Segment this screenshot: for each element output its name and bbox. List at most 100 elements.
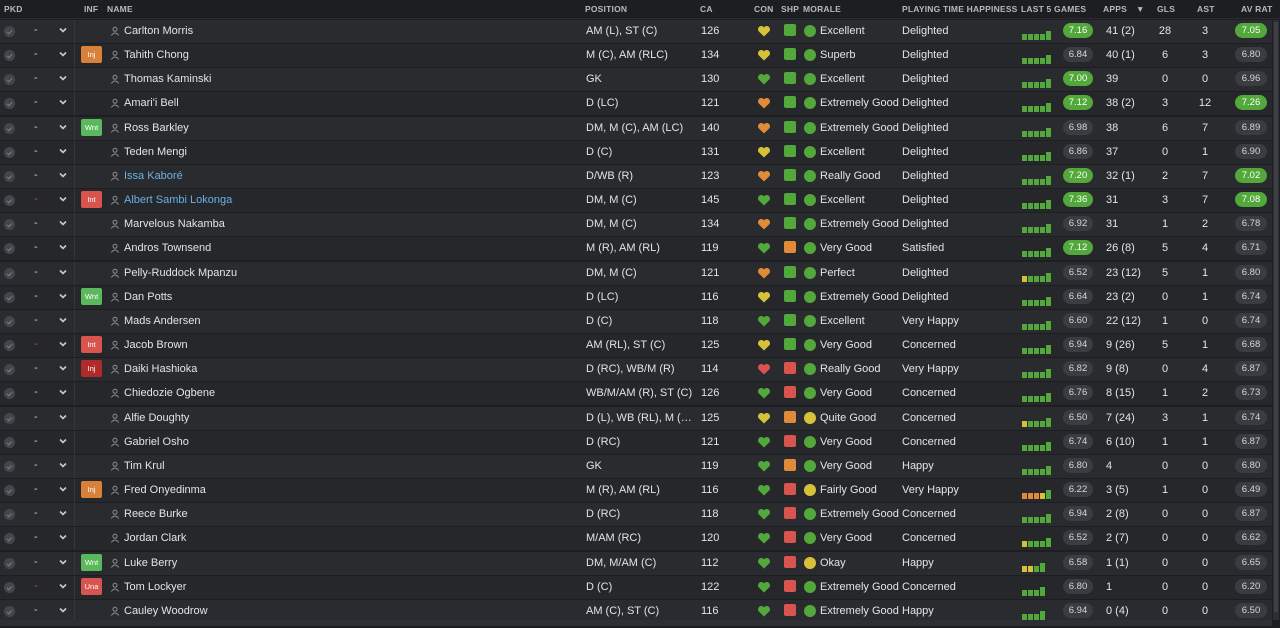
selection-dash[interactable]: - [34, 556, 38, 568]
info-badge[interactable]: Int [81, 191, 102, 209]
chevron-down-icon[interactable] [58, 363, 68, 373]
col-avrat[interactable]: AV RAT [1241, 4, 1273, 14]
player-name[interactable]: Cauley Woodrow [124, 605, 208, 617]
player-name[interactable]: Ross Barkley [124, 122, 189, 134]
player-name[interactable]: Gabriel Osho [124, 436, 189, 448]
selection-dash[interactable]: - [34, 459, 38, 471]
table-row[interactable]: - Teden Mengi D (C) 131 Excellent Delighted 6.… [0, 140, 1272, 164]
pick-check-icon[interactable] [4, 557, 15, 569]
pick-check-icon[interactable] [4, 146, 15, 158]
table-row[interactable]: - Andros Townsend M (R), AM (RL) 119 Very Go… [0, 237, 1272, 261]
chevron-down-icon[interactable] [58, 387, 68, 397]
pick-check-icon[interactable] [4, 243, 15, 255]
col-morale[interactable]: MORALE [803, 4, 841, 14]
chevron-down-icon[interactable] [58, 508, 68, 518]
chevron-down-icon[interactable] [58, 73, 68, 83]
info-badge[interactable]: Wnt [81, 553, 102, 571]
player-name[interactable]: Fred Onyedinma [124, 484, 206, 496]
selection-dash[interactable]: - [34, 169, 38, 181]
chevron-down-icon[interactable] [58, 49, 68, 59]
pick-check-icon[interactable] [4, 291, 15, 303]
player-name[interactable]: Albert Sambi Lokonga [124, 194, 232, 206]
selection-dash[interactable]: - [34, 314, 38, 326]
pick-check-icon[interactable] [4, 74, 15, 86]
selection-dash[interactable]: - [34, 338, 38, 350]
chevron-down-icon[interactable] [58, 484, 68, 494]
pick-check-icon[interactable] [4, 170, 15, 182]
info-badge[interactable]: Inj [81, 360, 102, 378]
chevron-down-icon[interactable] [58, 218, 68, 228]
player-name[interactable]: Daiki Hashioka [124, 363, 197, 375]
selection-dash[interactable]: - [34, 290, 38, 302]
chevron-down-icon[interactable] [58, 339, 68, 349]
table-row[interactable]: - Int Albert Sambi Lokonga DM, M (C) 145 Exce… [0, 189, 1272, 213]
selection-dash[interactable]: - [34, 435, 38, 447]
table-row[interactable]: - Wnt Dan Potts D (LC) 116 Extremely Good Deli… [0, 285, 1272, 309]
col-pkd[interactable]: PKD [4, 4, 23, 14]
selection-dash[interactable]: - [34, 241, 38, 253]
chevron-down-icon[interactable] [58, 315, 68, 325]
chevron-down-icon[interactable] [58, 242, 68, 252]
player-name[interactable]: Tom Lockyer [124, 581, 186, 593]
player-name[interactable]: Carlton Morris [124, 25, 193, 37]
selection-dash[interactable]: - [34, 217, 38, 229]
info-badge[interactable]: Una [81, 577, 102, 595]
table-row[interactable]: - Wnt Ross Barkley DM, M (C), AM (LC) 140 Ext… [0, 116, 1272, 140]
player-name[interactable]: Dan Potts [124, 291, 172, 303]
player-name[interactable]: Jacob Brown [124, 339, 188, 351]
pick-check-icon[interactable] [4, 26, 15, 37]
col-ca[interactable]: CA [700, 4, 713, 14]
col-apps[interactable]: APPS [1103, 4, 1127, 14]
table-row[interactable]: - Thomas Kaminski GK 130 Excellent Delighted 7… [0, 68, 1272, 92]
chevron-down-icon[interactable] [58, 605, 68, 615]
selection-dash[interactable]: - [34, 121, 38, 133]
info-badge[interactable]: Inj [81, 46, 102, 64]
player-name[interactable]: Teden Mengi [124, 146, 187, 158]
selection-dash[interactable]: - [34, 96, 38, 108]
table-row[interactable]: - Amari'i Bell D (LC) 121 Extremely Good Deli… [0, 92, 1272, 116]
pick-check-icon[interactable] [4, 581, 15, 593]
selection-dash[interactable]: - [34, 580, 38, 592]
chevron-down-icon[interactable] [58, 97, 68, 107]
pick-check-icon[interactable] [4, 533, 15, 545]
col-con[interactable]: CON [754, 4, 774, 14]
pick-check-icon[interactable] [4, 340, 15, 352]
chevron-down-icon[interactable] [58, 291, 68, 301]
table-row[interactable]: - Int Jacob Brown AM (RL), ST (C) 125 Very Go… [0, 334, 1272, 358]
player-name[interactable]: Mads Andersen [124, 315, 200, 327]
pick-check-icon[interactable] [4, 485, 15, 497]
col-gls[interactable]: GLS [1157, 4, 1175, 14]
table-row[interactable]: - Inj Tahith Chong M (C), AM (RLC) 134 Superb… [0, 44, 1272, 68]
selection-dash[interactable]: - [34, 604, 38, 616]
col-inf[interactable]: INF [84, 4, 98, 14]
pick-check-icon[interactable] [4, 195, 15, 207]
player-name[interactable]: Luke Berry [124, 557, 177, 569]
pick-check-icon[interactable] [4, 364, 15, 376]
pick-check-icon[interactable] [4, 412, 15, 424]
selection-dash[interactable]: - [34, 24, 38, 36]
chevron-down-icon[interactable] [58, 557, 68, 567]
selection-dash[interactable]: - [34, 531, 38, 543]
chevron-down-icon[interactable] [58, 460, 68, 470]
player-name[interactable]: Tim Krul [124, 460, 165, 472]
col-position[interactable]: POSITION [585, 4, 627, 14]
pick-check-icon[interactable] [4, 122, 15, 134]
table-row[interactable]: - Carlton Morris AM (L), ST (C) 126 Excellen… [0, 20, 1272, 43]
table-row[interactable]: - Inj Daiki Hashioka D (RC), WB/M (R) 114 Rea… [0, 358, 1272, 382]
selection-dash[interactable]: - [34, 145, 38, 157]
player-name[interactable]: Marvelous Nakamba [124, 218, 225, 230]
table-row[interactable]: - Wnt Luke Berry DM, M/AM (C) 112 Okay Happy 6.… [0, 551, 1272, 575]
pick-check-icon[interactable] [4, 436, 15, 448]
chevron-down-icon[interactable] [58, 194, 68, 204]
chevron-down-icon[interactable] [58, 122, 68, 132]
table-row[interactable]: - Inj Fred Onyedinma M (R), AM (RL) 116 Fairl… [0, 479, 1272, 503]
table-row[interactable]: - Issa Kaboré D/WB (R) 123 Really Good Deligh… [0, 164, 1272, 188]
table-row[interactable]: - Una Tom Lockyer D (C) 122 Extremely Good Con… [0, 575, 1272, 599]
selection-dash[interactable]: - [34, 266, 38, 278]
info-badge[interactable]: Int [81, 336, 102, 354]
table-row[interactable]: - Tim Krul GK 119 Very Good Happy 6.80 4 0 0 6.80 [0, 454, 1272, 478]
selection-dash[interactable]: - [34, 386, 38, 398]
chevron-down-icon[interactable] [58, 267, 68, 277]
horizontal-scrollbar[interactable] [0, 620, 1272, 626]
table-row[interactable]: - Reece Burke D (RC) 118 Extremely Good Conce… [0, 503, 1272, 527]
